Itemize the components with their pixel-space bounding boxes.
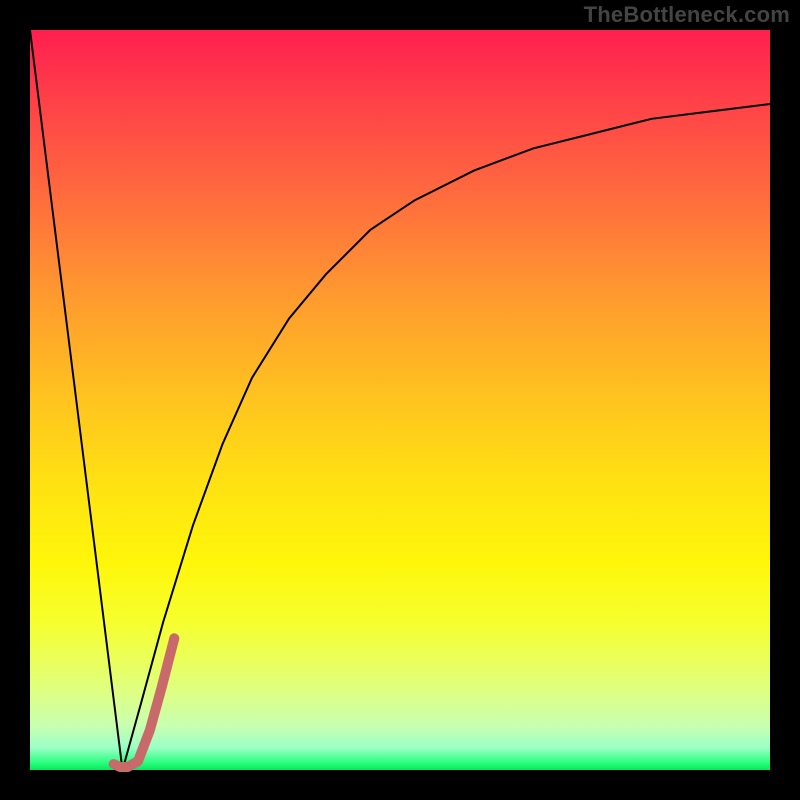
chart-lines-layer	[30, 30, 770, 770]
chart-frame: TheBottleneck.com	[0, 0, 800, 800]
series-left-descent	[30, 30, 123, 770]
series-right-rise-curve	[123, 104, 771, 770]
series-marker-j-stroke	[114, 638, 175, 767]
watermark-text: TheBottleneck.com	[584, 2, 790, 28]
